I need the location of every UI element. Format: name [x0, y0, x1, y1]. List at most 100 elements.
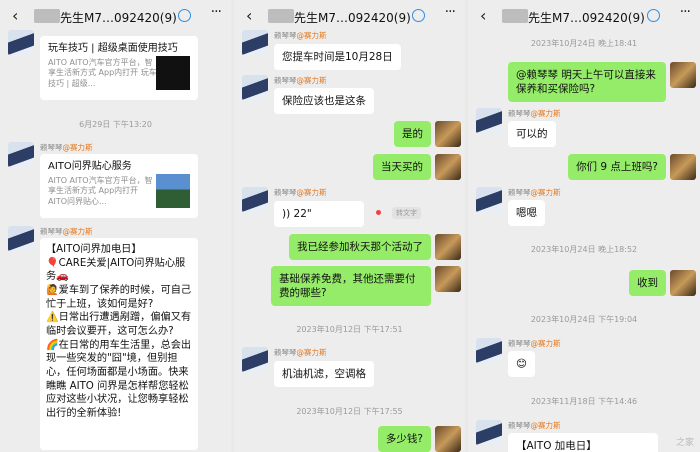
link-card[interactable]: AITO问界贴心服务 AITO AITO汽车官方平台，智享生活新方式 App内打… — [40, 154, 198, 218]
chat-panel-1: ‹ 先生M7…092420(9) ··· 玩车技巧 | 超级桌面使用技巧 AIT… — [0, 0, 231, 452]
message-text: 当天买的 — [381, 161, 423, 173]
wechat-icon — [412, 9, 425, 22]
timestamp: 2023年10月12日 下午17:51 — [296, 325, 403, 334]
avatar[interactable] — [242, 75, 268, 101]
message-text: 可以的 — [516, 128, 548, 140]
link-card[interactable]: 玩车技巧 | 超级桌面使用技巧 AITO AITO汽车官方平台，智享生活新方式 … — [40, 36, 198, 100]
sender-name: 赖琴琴@赛力斯 — [274, 31, 327, 40]
screenshot-collage: ‹ 先生M7…092420(9) ··· 玩车技巧 | 超级桌面使用技巧 AIT… — [0, 0, 700, 452]
transcribe-button[interactable]: 转文字 — [392, 207, 421, 219]
wechat-icon — [178, 9, 191, 22]
sender-name: 赖琴琴@赛力斯 — [40, 227, 93, 236]
message-bubble[interactable]: 可以的 — [508, 121, 556, 148]
sender-name: 赖琴琴@赛力斯 — [40, 143, 93, 152]
sender-name: 赖琴琴@赛力斯 — [508, 339, 561, 348]
card-desc: AITO AITO汽车官方平台，智享生活新方式 App内打开 玩车技巧 | 超级… — [48, 58, 157, 88]
avatar[interactable] — [476, 108, 502, 134]
message-bubble[interactable]: 收到 — [629, 270, 666, 297]
more-icon[interactable]: ··· — [680, 4, 691, 20]
avatar[interactable] — [670, 62, 696, 88]
voice-duration: )) 22" — [282, 208, 312, 220]
message-bubble[interactable]: 是的 — [394, 121, 431, 148]
message-bubble[interactable]: 【AITO 加电日】 — [508, 433, 658, 452]
back-icon[interactable]: ‹ — [480, 6, 486, 25]
avatar[interactable] — [242, 347, 268, 373]
card-title: AITO问界贴心服务 — [48, 161, 132, 172]
chat-panel-2: ‹ 先生M7…092420(9) ··· 赖琴琴@赛力斯 您提车时间是10月28… — [234, 0, 465, 452]
emoji-message[interactable]: 😊 — [508, 351, 535, 378]
chat-header: ‹ 先生M7…092420(9) ··· — [234, 0, 465, 32]
redacted-name — [34, 9, 60, 23]
avatar[interactable] — [435, 426, 461, 452]
message-bubble[interactable]: 当天买的 — [373, 154, 431, 181]
chat-header: ‹ 先生M7…092420(9) ··· — [468, 0, 700, 32]
message-bubble[interactable]: 保险应该也是这条 — [274, 88, 374, 115]
more-icon[interactable]: ··· — [211, 4, 222, 20]
sender-name: 赖琴琴@赛力斯 — [274, 188, 327, 197]
message-text: 多少钱? — [385, 433, 423, 445]
chat-header: ‹ 先生M7…092420(9) ··· — [0, 0, 231, 32]
avatar[interactable] — [476, 420, 502, 446]
avatar[interactable] — [670, 154, 696, 180]
unread-dot — [376, 210, 381, 215]
message-text: 是的 — [402, 128, 423, 140]
message-bubble[interactable]: 【AITO问界加电日】 🎈CARE关爱|AITO问界贴心服务🚗 🙋爱车到了保养的… — [40, 238, 198, 450]
chat-title: 先生M7…092420(9) — [528, 11, 645, 25]
message-text: 【AITO 加电日】 — [516, 440, 597, 452]
timestamp: 2023年11月18日 下午14:46 — [530, 397, 638, 406]
avatar[interactable] — [242, 187, 268, 213]
message-bubble[interactable]: 您提车时间是10月28日 — [274, 44, 401, 71]
message-text: 【AITO问界加电日】 🎈CARE关爱|AITO问界贴心服务🚗 🙋爱车到了保养的… — [46, 244, 192, 420]
chat-title: 先生M7…092420(9) — [60, 11, 177, 25]
card-title: 玩车技巧 | 超级桌面使用技巧 — [48, 43, 178, 54]
avatar[interactable] — [435, 266, 461, 292]
avatar[interactable] — [435, 121, 461, 147]
sender-name: 赖琴琴@赛力斯 — [274, 348, 327, 357]
sender-name: 赖琴琴@赛力斯 — [508, 109, 561, 118]
message-bubble[interactable]: 基础保养免费，其他还需要付费的哪些? — [271, 266, 431, 307]
message-bubble[interactable]: 你们 9 点上班吗? — [568, 154, 666, 181]
avatar[interactable] — [8, 30, 34, 56]
more-icon[interactable]: ··· — [445, 4, 456, 20]
message-bubble[interactable]: 我已经参加秋天那个活动了 — [289, 234, 431, 261]
timestamp: 2023年10月24日 晚上18:52 — [530, 245, 638, 254]
message-text: 收到 — [637, 277, 658, 289]
avatar[interactable] — [435, 154, 461, 180]
message-bubble[interactable]: 机油机滤，空调格 — [274, 361, 374, 388]
avatar[interactable] — [670, 270, 696, 296]
avatar[interactable] — [435, 234, 461, 260]
avatar[interactable] — [476, 187, 502, 213]
message-text: 您提车时间是10月28日 — [282, 51, 393, 63]
message-text: 机油机滤，空调格 — [282, 368, 366, 380]
message-text: 你们 9 点上班吗? — [576, 161, 658, 173]
avatar[interactable] — [476, 338, 502, 364]
message-text: @赖琴琴 明天上午可以直接来保养和买保险吗? — [516, 69, 656, 96]
timestamp: 2023年10月12日 下午17:55 — [296, 407, 403, 416]
message-bubble[interactable]: @赖琴琴 明天上午可以直接来保养和买保险吗? — [508, 62, 666, 103]
back-icon[interactable]: ‹ — [12, 6, 18, 25]
avatar[interactable] — [242, 30, 268, 56]
card-desc: AITO AITO汽车官方平台，智享生活新方式 App内打开 AITO问界贴心.… — [48, 176, 153, 206]
message-text: 我已经参加秋天那个活动了 — [297, 241, 423, 253]
wechat-icon — [647, 9, 660, 22]
chat-title: 先生M7…092420(9) — [294, 11, 411, 25]
back-icon[interactable]: ‹ — [246, 6, 252, 25]
avatar[interactable] — [8, 226, 34, 252]
avatar[interactable] — [8, 142, 34, 168]
voice-message[interactable]: )) 22" — [274, 201, 364, 228]
message-text: 嗯嗯 — [516, 207, 537, 219]
emoji-icon: 😊 — [516, 358, 527, 370]
timestamp: 6月29日 下午13:20 — [79, 120, 152, 129]
sender-name: 赖琴琴@赛力斯 — [508, 421, 561, 430]
redacted-name — [268, 9, 294, 23]
timestamp: 2023年10月24日 下午19:04 — [530, 315, 638, 324]
message-bubble[interactable]: 多少钱? — [377, 426, 431, 452]
sender-name: 赖琴琴@赛力斯 — [274, 76, 327, 85]
message-bubble[interactable]: 嗯嗯 — [508, 200, 545, 227]
redacted-name — [502, 9, 528, 23]
chat-panel-3: ‹ 先生M7…092420(9) ··· 2023年10月24日 晚上18:41… — [468, 0, 700, 452]
message-text: 基础保养免费，其他还需要付费的哪些? — [279, 273, 416, 300]
card-thumbnail — [156, 174, 190, 208]
timestamp: 2023年10月24日 晚上18:41 — [530, 39, 638, 48]
card-thumbnail — [156, 56, 190, 90]
